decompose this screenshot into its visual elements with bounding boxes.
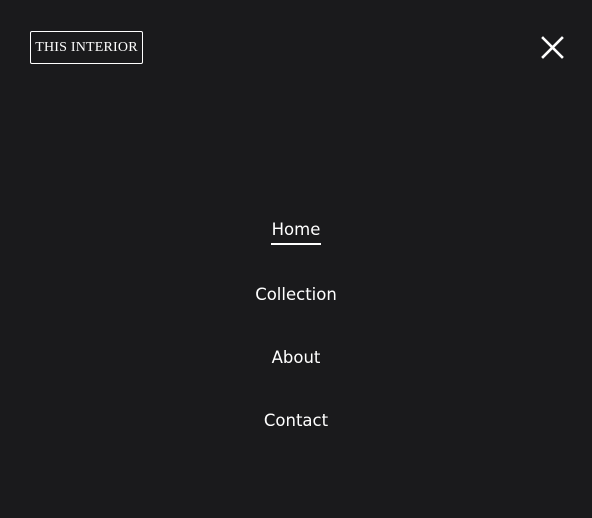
nav-item-contact: Contact <box>0 410 592 432</box>
nav-link-home[interactable]: Home <box>270 219 322 245</box>
nav-link-contact[interactable]: Contact <box>263 410 329 432</box>
nav-item-home: Home <box>0 219 592 245</box>
close-icon <box>541 36 564 59</box>
nav-item-about: About <box>0 347 592 369</box>
close-menu-button[interactable] <box>537 32 568 63</box>
nav-link-about[interactable]: About <box>271 347 322 369</box>
brand-logo-text: THIS INTERIOR <box>35 39 138 55</box>
nav-link-collection[interactable]: Collection <box>254 284 338 306</box>
nav-item-collection: Collection <box>0 284 592 306</box>
brand-logo[interactable]: THIS INTERIOR <box>30 31 143 64</box>
menu-header: THIS INTERIOR <box>0 0 592 96</box>
